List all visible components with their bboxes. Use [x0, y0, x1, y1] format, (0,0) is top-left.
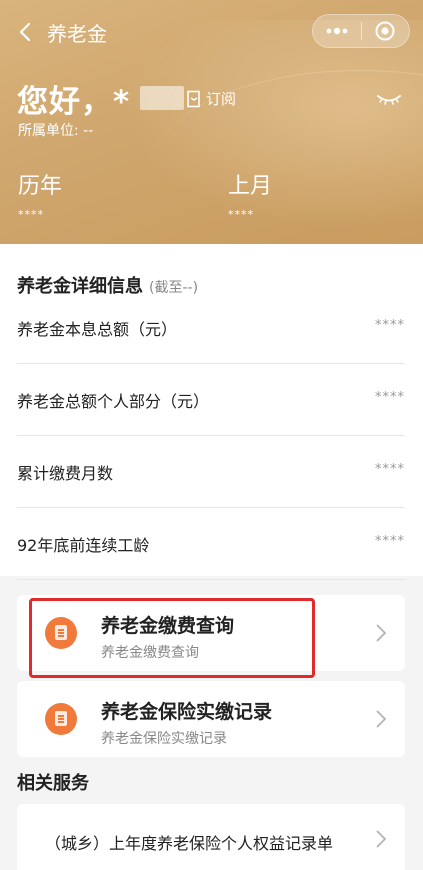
hide-eye-icon[interactable]: [376, 88, 402, 108]
masked-name-block: [140, 86, 184, 110]
navigation-bar: 养老金: [0, 0, 423, 64]
row-label: 养老金本息总额（元）: [17, 320, 178, 339]
related-service-item[interactable]: （城乡）上年度养老保险个人权益记录单: [17, 804, 405, 870]
highlight-box: [29, 598, 315, 678]
row-value: ****: [375, 534, 405, 549]
chevron-right-icon: [376, 830, 387, 848]
card-subtitle: 养老金保险实缴记录: [101, 731, 227, 747]
row-value: ****: [375, 318, 405, 333]
row-label: 累计缴费月数: [17, 464, 114, 483]
stat-label: 历年: [18, 174, 63, 199]
page-title: 养老金: [47, 22, 107, 46]
insurance-record-card[interactable]: 养老金保险实缴记录 养老金保险实缴记录: [17, 681, 405, 757]
row-label: 92年底前连续工龄: [17, 536, 150, 555]
more-dots-icon[interactable]: [313, 15, 361, 47]
stat-value: ****: [18, 208, 44, 221]
detail-row: 累计缴费月数 ****: [17, 436, 405, 508]
card-title: 养老金保险实缴记录: [101, 701, 273, 723]
chevron-right-icon: [376, 710, 387, 728]
subscribe-button[interactable]: 订阅: [186, 88, 236, 109]
target-close-icon[interactable]: [361, 15, 409, 47]
subscribe-label: 订阅: [206, 90, 237, 108]
detail-panel: 养老金详细信息 (截至--) 养老金本息总额（元） **** 养老金总额个人部分…: [0, 244, 423, 580]
detail-row: 养老金总额个人部分（元） ****: [17, 364, 405, 436]
document-icon: [45, 703, 77, 735]
stat-label: 上月: [228, 174, 273, 199]
related-services-title: 相关服务: [17, 773, 89, 794]
detail-row: 92年底前连续工龄 ****: [17, 508, 405, 580]
service-label: （城乡）上年度养老保险个人权益记录单: [45, 834, 334, 853]
row-value: ****: [375, 390, 405, 405]
back-arrow-icon[interactable]: [14, 20, 38, 44]
stat-last-month: 上月 ****: [228, 168, 272, 221]
stat-history: 历年 ****: [18, 168, 62, 221]
unit-label: 所属单位: --: [18, 123, 94, 139]
greeting-text: 您好，*: [17, 84, 131, 120]
chevron-right-icon: [376, 624, 387, 642]
stat-value: ****: [228, 208, 254, 221]
detail-row: 养老金本息总额（元） ****: [17, 292, 405, 364]
bookmark-icon: [187, 90, 200, 107]
mini-program-capsule: [312, 14, 410, 48]
row-value: ****: [375, 462, 405, 477]
row-label: 养老金总额个人部分（元）: [17, 392, 210, 411]
